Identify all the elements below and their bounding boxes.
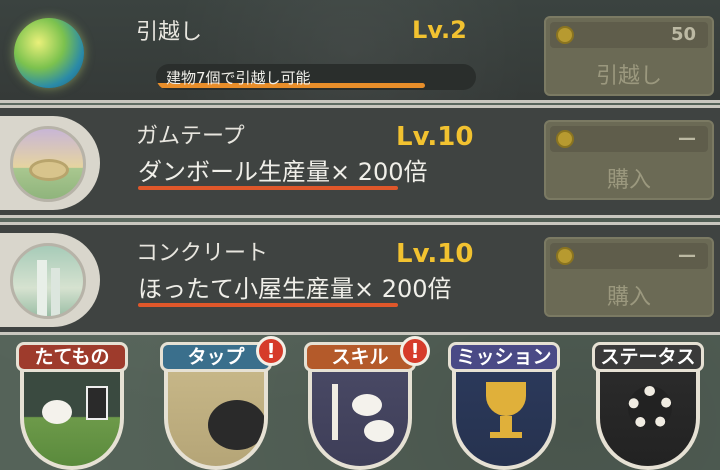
nav-label: たてもの <box>16 342 128 372</box>
row-title: ガムテープ <box>136 124 245 149</box>
coin-icon <box>556 130 574 148</box>
nav-label: スキル <box>304 342 416 372</box>
tape-thumbnail <box>10 126 86 202</box>
button-label: 引越し <box>595 64 662 89</box>
nav-status[interactable]: ステータス <box>592 338 704 470</box>
button-label: 購入 <box>606 285 651 310</box>
row-title: 引越し <box>136 20 203 45</box>
planet-icon <box>14 18 84 88</box>
sheep-icon <box>42 400 72 424</box>
tower-icon <box>37 260 47 316</box>
cost-bar: — <box>550 243 708 269</box>
effect-underline <box>138 303 398 307</box>
cost-value: — <box>678 128 696 149</box>
effect-text: ほったて小屋生産量× 200倍 <box>138 275 452 303</box>
level-label: Lv.10 <box>396 239 474 269</box>
nav-buildings[interactable]: たてもの <box>16 338 128 470</box>
move-row: 引越し Lv.2 建物7個で引越し可能 50 引越し <box>0 0 720 103</box>
nav-label: ミッション <box>448 342 560 372</box>
effect-underline <box>138 186 398 190</box>
trophy-base <box>490 432 522 438</box>
progress-text: 建物7個で引越し可能 <box>166 69 311 87</box>
buy-button[interactable]: — 購入 <box>544 237 714 317</box>
trophy-icon <box>486 382 526 416</box>
nav-label: タップ <box>160 342 272 372</box>
upgrade-row-concrete: コンクリート Lv.10 ほったて小屋生産量× 200倍 — 購入 <box>0 222 720 335</box>
button-label: 購入 <box>606 168 651 193</box>
nav-mission[interactable]: ミッション <box>448 338 560 470</box>
upgrade-row-gumtape: ガムテープ Lv.10 ダンボール生産量× 200倍 — 購入 <box>0 105 720 218</box>
cost-bar: — <box>550 126 708 152</box>
level-label: Lv.2 <box>412 16 467 44</box>
alert-badge: ! <box>256 336 286 366</box>
level-label: Lv.10 <box>396 122 474 152</box>
thumb-frame <box>0 233 100 327</box>
thumb-frame <box>0 116 100 210</box>
cost-bar: 50 <box>550 22 708 48</box>
bottom-nav: たてもの タップ ! スキル ! ミッション ステータス <box>0 336 720 470</box>
nav-skill[interactable]: スキル ! <box>304 336 430 470</box>
trophy-stem <box>500 416 512 432</box>
buy-button[interactable]: — 購入 <box>544 120 714 200</box>
move-progress: 建物7個で引越し可能 <box>156 64 476 90</box>
sheep-icon <box>352 394 382 416</box>
coin-icon <box>556 247 574 265</box>
coin-icon <box>556 26 574 44</box>
move-button[interactable]: 50 引越し <box>544 16 714 96</box>
sheep-icon <box>364 420 394 442</box>
cost-value: 50 <box>670 24 696 45</box>
cost-value: — <box>678 245 696 266</box>
concrete-thumbnail <box>10 243 86 319</box>
arrow-up-icon <box>332 384 338 440</box>
sheep-icon <box>208 400 264 450</box>
alert-badge: ! <box>400 336 430 366</box>
house-icon <box>86 386 108 420</box>
row-title: コンクリート <box>136 241 269 266</box>
gear-icon <box>628 386 672 430</box>
tape-icon <box>29 159 69 181</box>
nav-label: ステータス <box>592 342 704 372</box>
tower-icon <box>51 268 60 316</box>
nav-tap[interactable]: タップ ! <box>160 336 286 470</box>
effect-text: ダンボール生産量× 200倍 <box>138 158 428 186</box>
